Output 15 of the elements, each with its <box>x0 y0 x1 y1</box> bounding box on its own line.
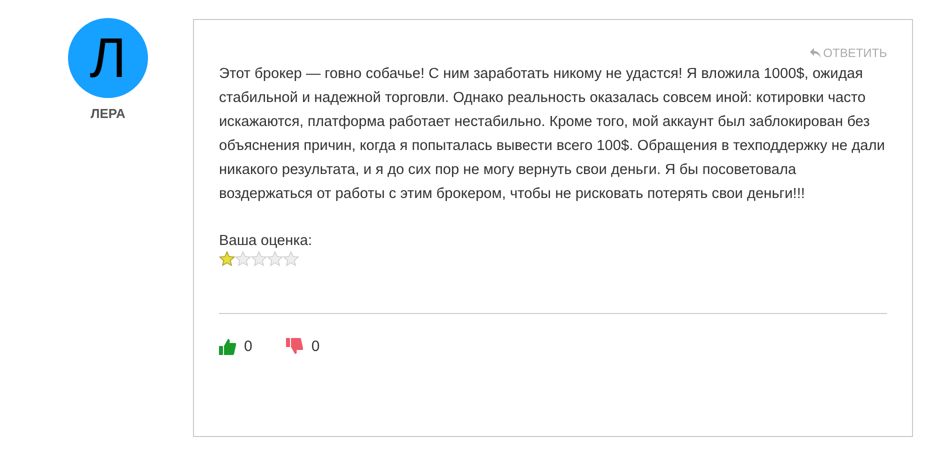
star-icon[interactable] <box>267 251 283 267</box>
avatar: Л <box>68 18 148 98</box>
star-icon[interactable] <box>251 251 267 267</box>
reply-link[interactable]: ОТВЕТИТЬ <box>810 46 887 60</box>
review-text: Этот брокер — говно собачье! С ним заработать никому не удастся! Я вложила 1000$, ожидая стабильной и надежной торговли. Однако реальность оказалась совсем иной: котировки часто искажаются, платформа работает нестабильно. Кроме того, мой аккаунт был заблокирован без объяснения причин, когда я попыталась вывести всего 100$. Обращения в техподдержку не дали никакого результата, и я до сих пор не могу вернуть свои деньги. Я бы посоветовала воздержаться от работы с этим брокером, чтобы не рисковать потерять свои деньги!!! <box>219 65 886 204</box>
rating-label: Ваша оценка: <box>219 233 314 249</box>
star-icon[interactable] <box>219 251 235 267</box>
thumbs-down-icon[interactable] <box>286 338 304 355</box>
dislike-count: 0 <box>311 338 320 355</box>
thumbs-up-icon[interactable] <box>219 338 236 355</box>
author-name: ЛЕРА <box>90 106 126 121</box>
star-icon[interactable] <box>283 251 299 267</box>
reply-icon <box>810 48 822 58</box>
star-icon[interactable] <box>235 251 251 267</box>
like-count: 0 <box>244 338 252 355</box>
